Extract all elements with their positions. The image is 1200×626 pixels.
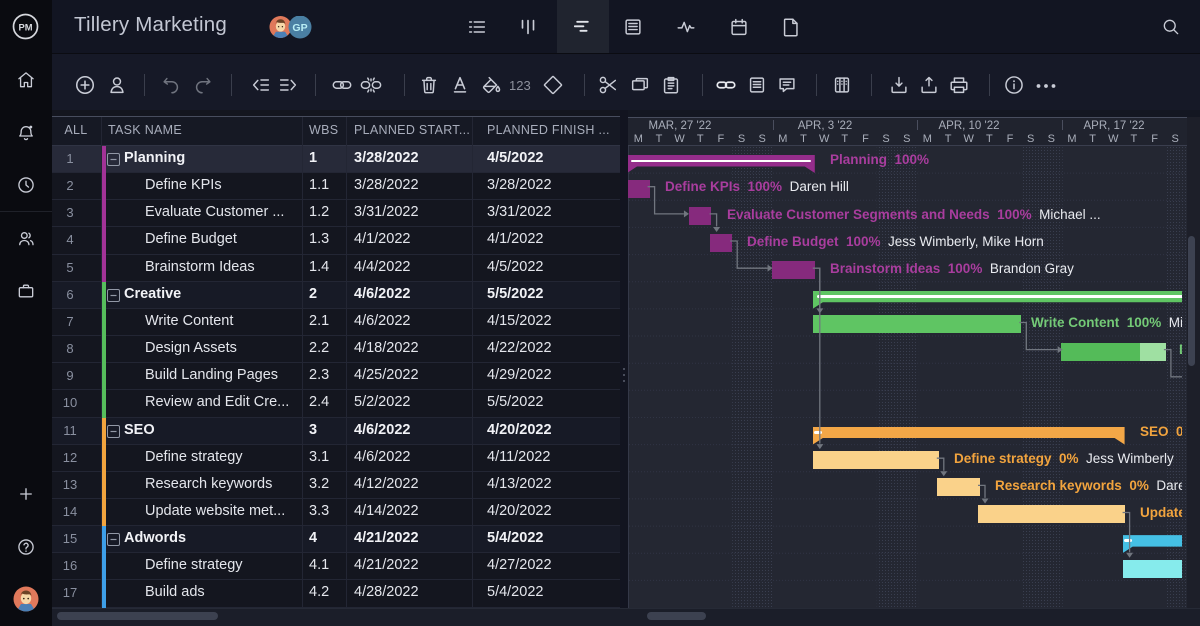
svg-text:PM: PM	[18, 21, 32, 32]
svg-text:GP: GP	[292, 22, 307, 34]
